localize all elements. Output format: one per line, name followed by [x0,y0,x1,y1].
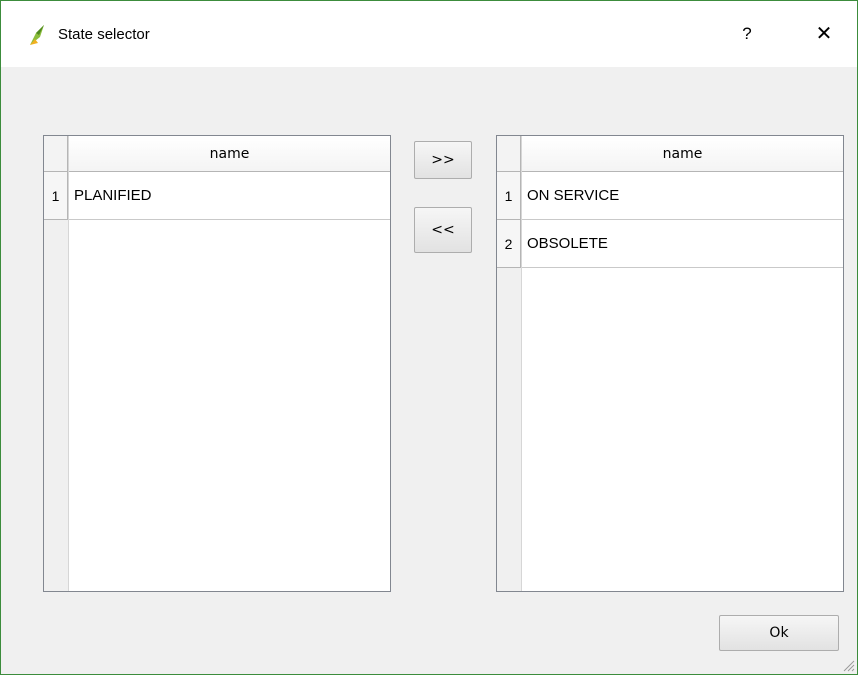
column-header-name[interactable]: name [522,136,843,172]
selected-states-table[interactable]: name 1 ON SERVICE 2 OBSOLETE [496,135,844,592]
name-cell[interactable]: PLANIFIED [69,172,390,220]
resize-grip-icon[interactable] [841,658,855,672]
row-number[interactable]: 2 [497,220,521,268]
remove-from-selected-button[interactable]: << [414,207,472,253]
table-row[interactable]: 1 ON SERVICE [497,172,843,220]
qgis-logo-icon [30,25,44,45]
name-cell[interactable]: ON SERVICE [522,172,843,220]
table-row[interactable]: 1 PLANIFIED [44,172,390,220]
table-row[interactable]: 2 OBSOLETE [497,220,843,268]
ok-button[interactable]: Ok [719,615,839,651]
table-corner-button[interactable] [44,136,68,172]
window-title: State selector [58,26,150,43]
title-bar: State selector ? ✕ [1,1,857,67]
row-number[interactable]: 1 [44,172,68,220]
row-number[interactable]: 1 [497,172,521,220]
table-corner-button[interactable] [497,136,521,172]
close-button[interactable]: ✕ [808,19,840,49]
available-states-table[interactable]: name 1 PLANIFIED [43,135,391,592]
name-cell[interactable]: OBSOLETE [522,220,843,268]
help-button[interactable]: ? [732,19,762,49]
state-selector-dialog: State selector ? ✕ name 1 PLANIFIED >> <… [0,0,858,675]
add-to-selected-button[interactable]: >> [414,141,472,179]
column-header-name[interactable]: name [69,136,390,172]
